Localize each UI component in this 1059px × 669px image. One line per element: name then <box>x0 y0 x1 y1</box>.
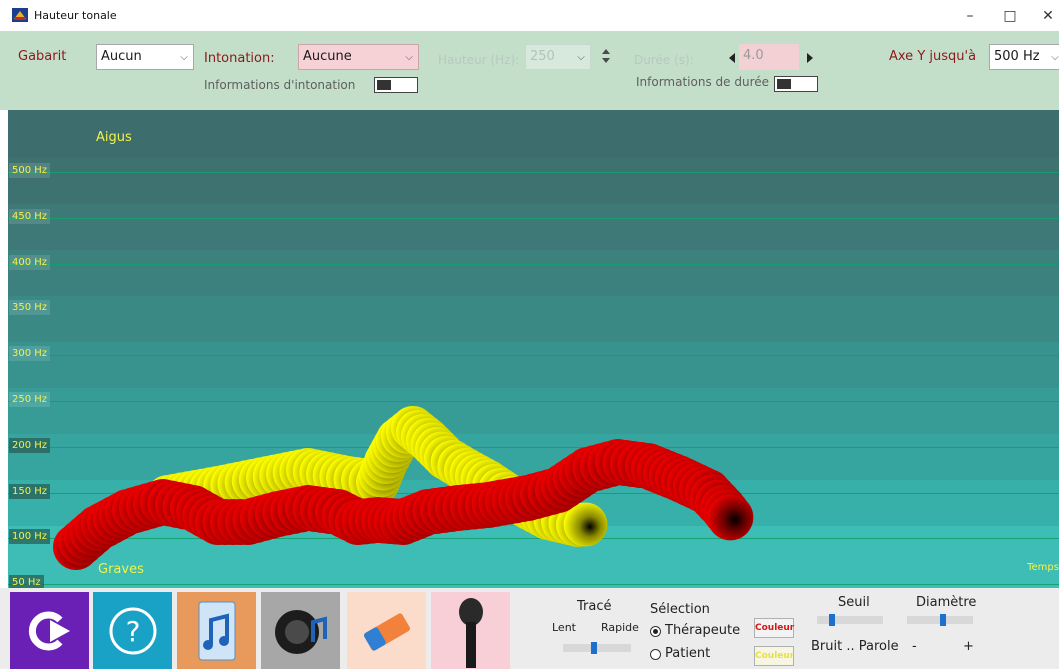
gabarit-label: Gabarit <box>18 49 67 64</box>
chevron-down-icon: ⌵ <box>180 52 188 63</box>
therapist-color-button[interactable]: Couleur <box>754 618 794 638</box>
selection-title: Sélection <box>650 602 710 617</box>
duree-info-toggle[interactable] <box>774 76 818 92</box>
diameter-minus-label: - <box>912 639 917 654</box>
window-title: Hauteur tonale <box>34 9 117 22</box>
microphone-icon <box>459 598 483 668</box>
diameter-plus-label: + <box>963 639 974 654</box>
axe-y-value: 500 Hz <box>994 49 1040 64</box>
duree-value: 4.0 <box>743 48 764 63</box>
eraser-icon <box>364 613 410 651</box>
gabarit-value: Aucun <box>101 49 142 64</box>
slider-thumb[interactable] <box>829 614 835 626</box>
speaker-button[interactable] <box>261 592 340 669</box>
intonation-info-label: Informations d'intonation <box>204 78 356 92</box>
intonation-value: Aucune <box>303 49 352 64</box>
therapist-radio[interactable] <box>650 626 661 637</box>
restart-icon <box>28 611 70 651</box>
chevron-down-icon: ⌵ <box>577 52 585 63</box>
music-file-button[interactable] <box>177 592 256 669</box>
music-file-icon <box>198 601 236 661</box>
therapist-label: Thérapeute <box>665 623 741 638</box>
intonation-select[interactable]: Aucune ⌵ <box>298 44 419 70</box>
bottom-bar: ? Tracé Lent Rapide Sélection Thérapeute… <box>0 588 1059 669</box>
hauteur-label: Hauteur (Hz): <box>438 53 520 67</box>
intonation-info-toggle[interactable] <box>374 77 418 93</box>
maximize-button[interactable]: □ <box>990 4 1030 28</box>
slider-thumb[interactable] <box>590 642 597 654</box>
threshold-title: Seuil <box>838 595 870 610</box>
app-window: Hauteur tonale – □ ✕ Gabarit Aucun ⌵ Int… <box>0 0 1059 669</box>
chevron-down-icon: ⌵ <box>405 52 413 63</box>
eraser-button[interactable] <box>347 592 426 669</box>
axe-y-select[interactable]: 500 Hz ⌵ <box>989 44 1059 70</box>
duree-info-label: Informations de durée <box>636 75 770 89</box>
restart-button[interactable] <box>10 592 89 669</box>
title-bar: Hauteur tonale – □ ✕ <box>0 0 1059 31</box>
patient-radio[interactable] <box>650 649 661 660</box>
duree-field[interactable]: 4.0 <box>739 44 799 70</box>
intonation-label: Intonation: <box>204 51 275 66</box>
gabarit-select[interactable]: Aucun ⌵ <box>96 44 194 70</box>
diameter-slider[interactable] <box>907 614 973 626</box>
hauteur-select[interactable]: 250 ⌵ <box>525 44 591 70</box>
trace-slow-label: Lent <box>552 621 576 634</box>
diameter-title: Diamètre <box>916 595 977 610</box>
threshold-range-label: Bruit .. Parole <box>811 639 899 654</box>
trace-title: Tracé <box>577 599 612 614</box>
help-button[interactable]: ? <box>93 592 172 669</box>
svg-text:?: ? <box>126 615 141 648</box>
patient-label: Patient <box>665 646 711 661</box>
trace-fast-label: Rapide <box>601 621 639 634</box>
duree-increase-icon[interactable] <box>807 53 815 63</box>
duree-decrease-icon[interactable] <box>729 53 737 63</box>
trace-dot <box>707 494 754 541</box>
toggle-knob <box>777 79 791 89</box>
help-icon: ? <box>109 607 157 655</box>
hauteur-value: 250 <box>530 49 555 64</box>
microphone-button[interactable] <box>431 592 510 669</box>
speaker-icon <box>275 610 327 654</box>
toolbar: Gabarit Aucun ⌵ Intonation: Aucune ⌵ Inf… <box>0 31 1059 110</box>
pitch-traces <box>53 406 754 570</box>
axe-y-label: Axe Y jusqu'à <box>889 49 977 64</box>
patient-color-button[interactable]: Couleur <box>754 646 794 666</box>
toggle-knob <box>377 80 391 90</box>
duree-label: Durée (s): <box>634 53 694 67</box>
hauteur-spinner-icon[interactable] <box>601 48 611 64</box>
slider-thumb[interactable] <box>940 614 946 626</box>
close-button[interactable]: ✕ <box>1028 4 1059 28</box>
minimize-button[interactable]: – <box>950 4 990 28</box>
threshold-slider[interactable] <box>817 614 883 626</box>
pitch-plot[interactable]: 500 Hz 450 Hz 400 Hz 350 Hz 300 Hz 250 Hz 200 … <box>8 110 1059 591</box>
chevron-down-icon: ⌵ <box>1051 52 1059 63</box>
trace-speed-slider[interactable] <box>563 642 631 654</box>
app-icon <box>12 8 28 22</box>
